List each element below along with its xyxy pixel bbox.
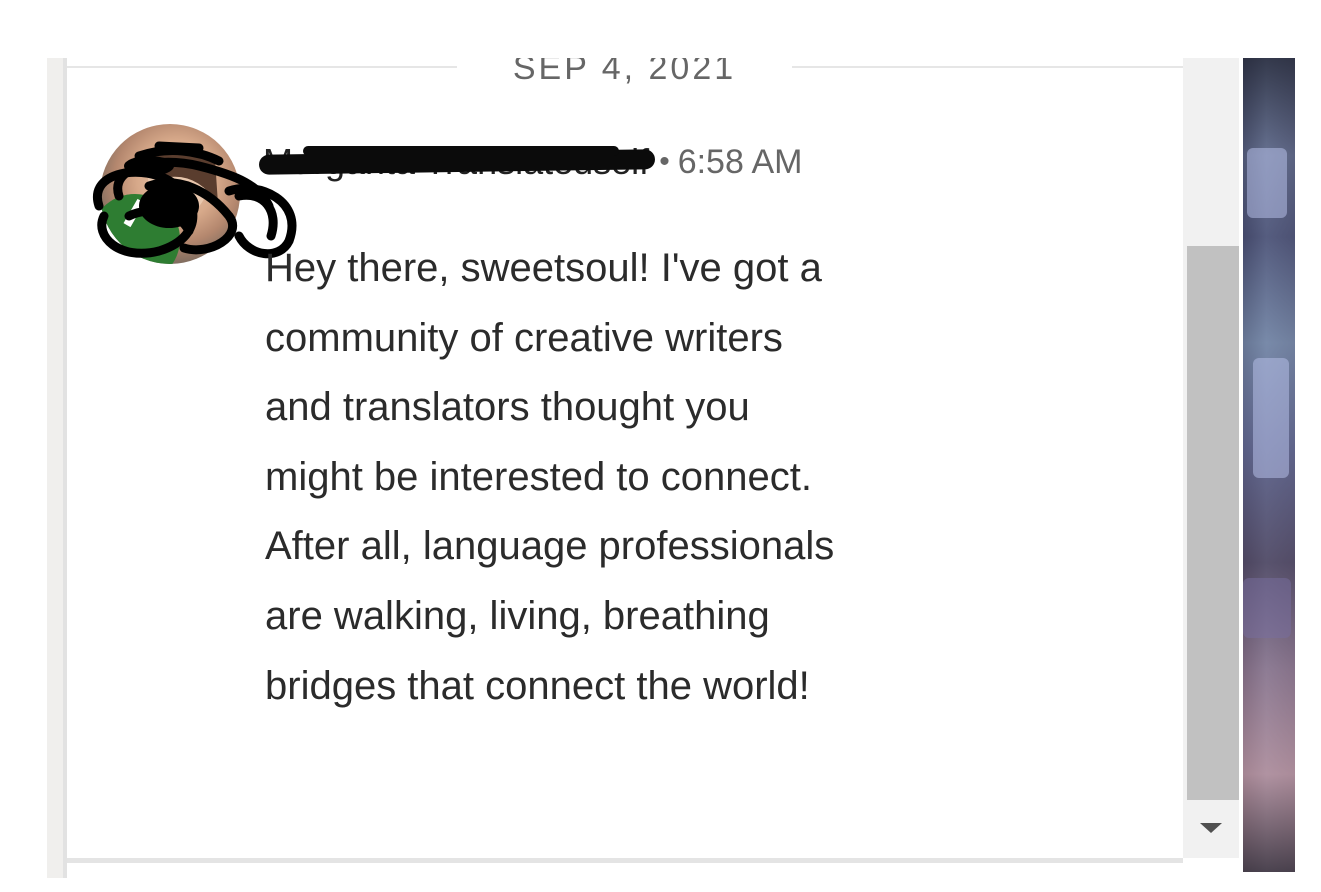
messaging-window: SEP 4, 2021 • 6:58 AM Hey there, sweetso… bbox=[0, 0, 1321, 892]
triangle-down-icon bbox=[1200, 823, 1222, 833]
thread-bottom-border bbox=[67, 858, 1183, 863]
sender-avatar[interactable] bbox=[100, 124, 240, 264]
message-timestamp: 6:58 AM bbox=[677, 143, 803, 181]
scroll-down-button[interactable] bbox=[1183, 808, 1239, 848]
avatar-photo-icon bbox=[123, 142, 218, 228]
background-photo bbox=[1243, 58, 1295, 872]
date-divider-line-left bbox=[67, 66, 457, 68]
sender-name[interactable]: Margarita Translatedself bbox=[258, 140, 656, 184]
message-thread[interactable]: SEP 4, 2021 • 6:58 AM Hey there, sweetso… bbox=[67, 58, 1183, 858]
redaction-bar-top bbox=[303, 146, 620, 156]
header-separator-dot: • bbox=[659, 145, 670, 178]
message-header: Margarita Translatedself • 6:58 AM bbox=[258, 140, 803, 184]
date-separator: SEP 4, 2021 bbox=[512, 58, 737, 87]
scrollbar-thumb[interactable] bbox=[1187, 246, 1239, 800]
message-body: Hey there, sweetsoul! I've got a communi… bbox=[265, 246, 835, 708]
left-panel-edge bbox=[47, 58, 63, 878]
date-divider-line-right bbox=[792, 66, 1183, 68]
